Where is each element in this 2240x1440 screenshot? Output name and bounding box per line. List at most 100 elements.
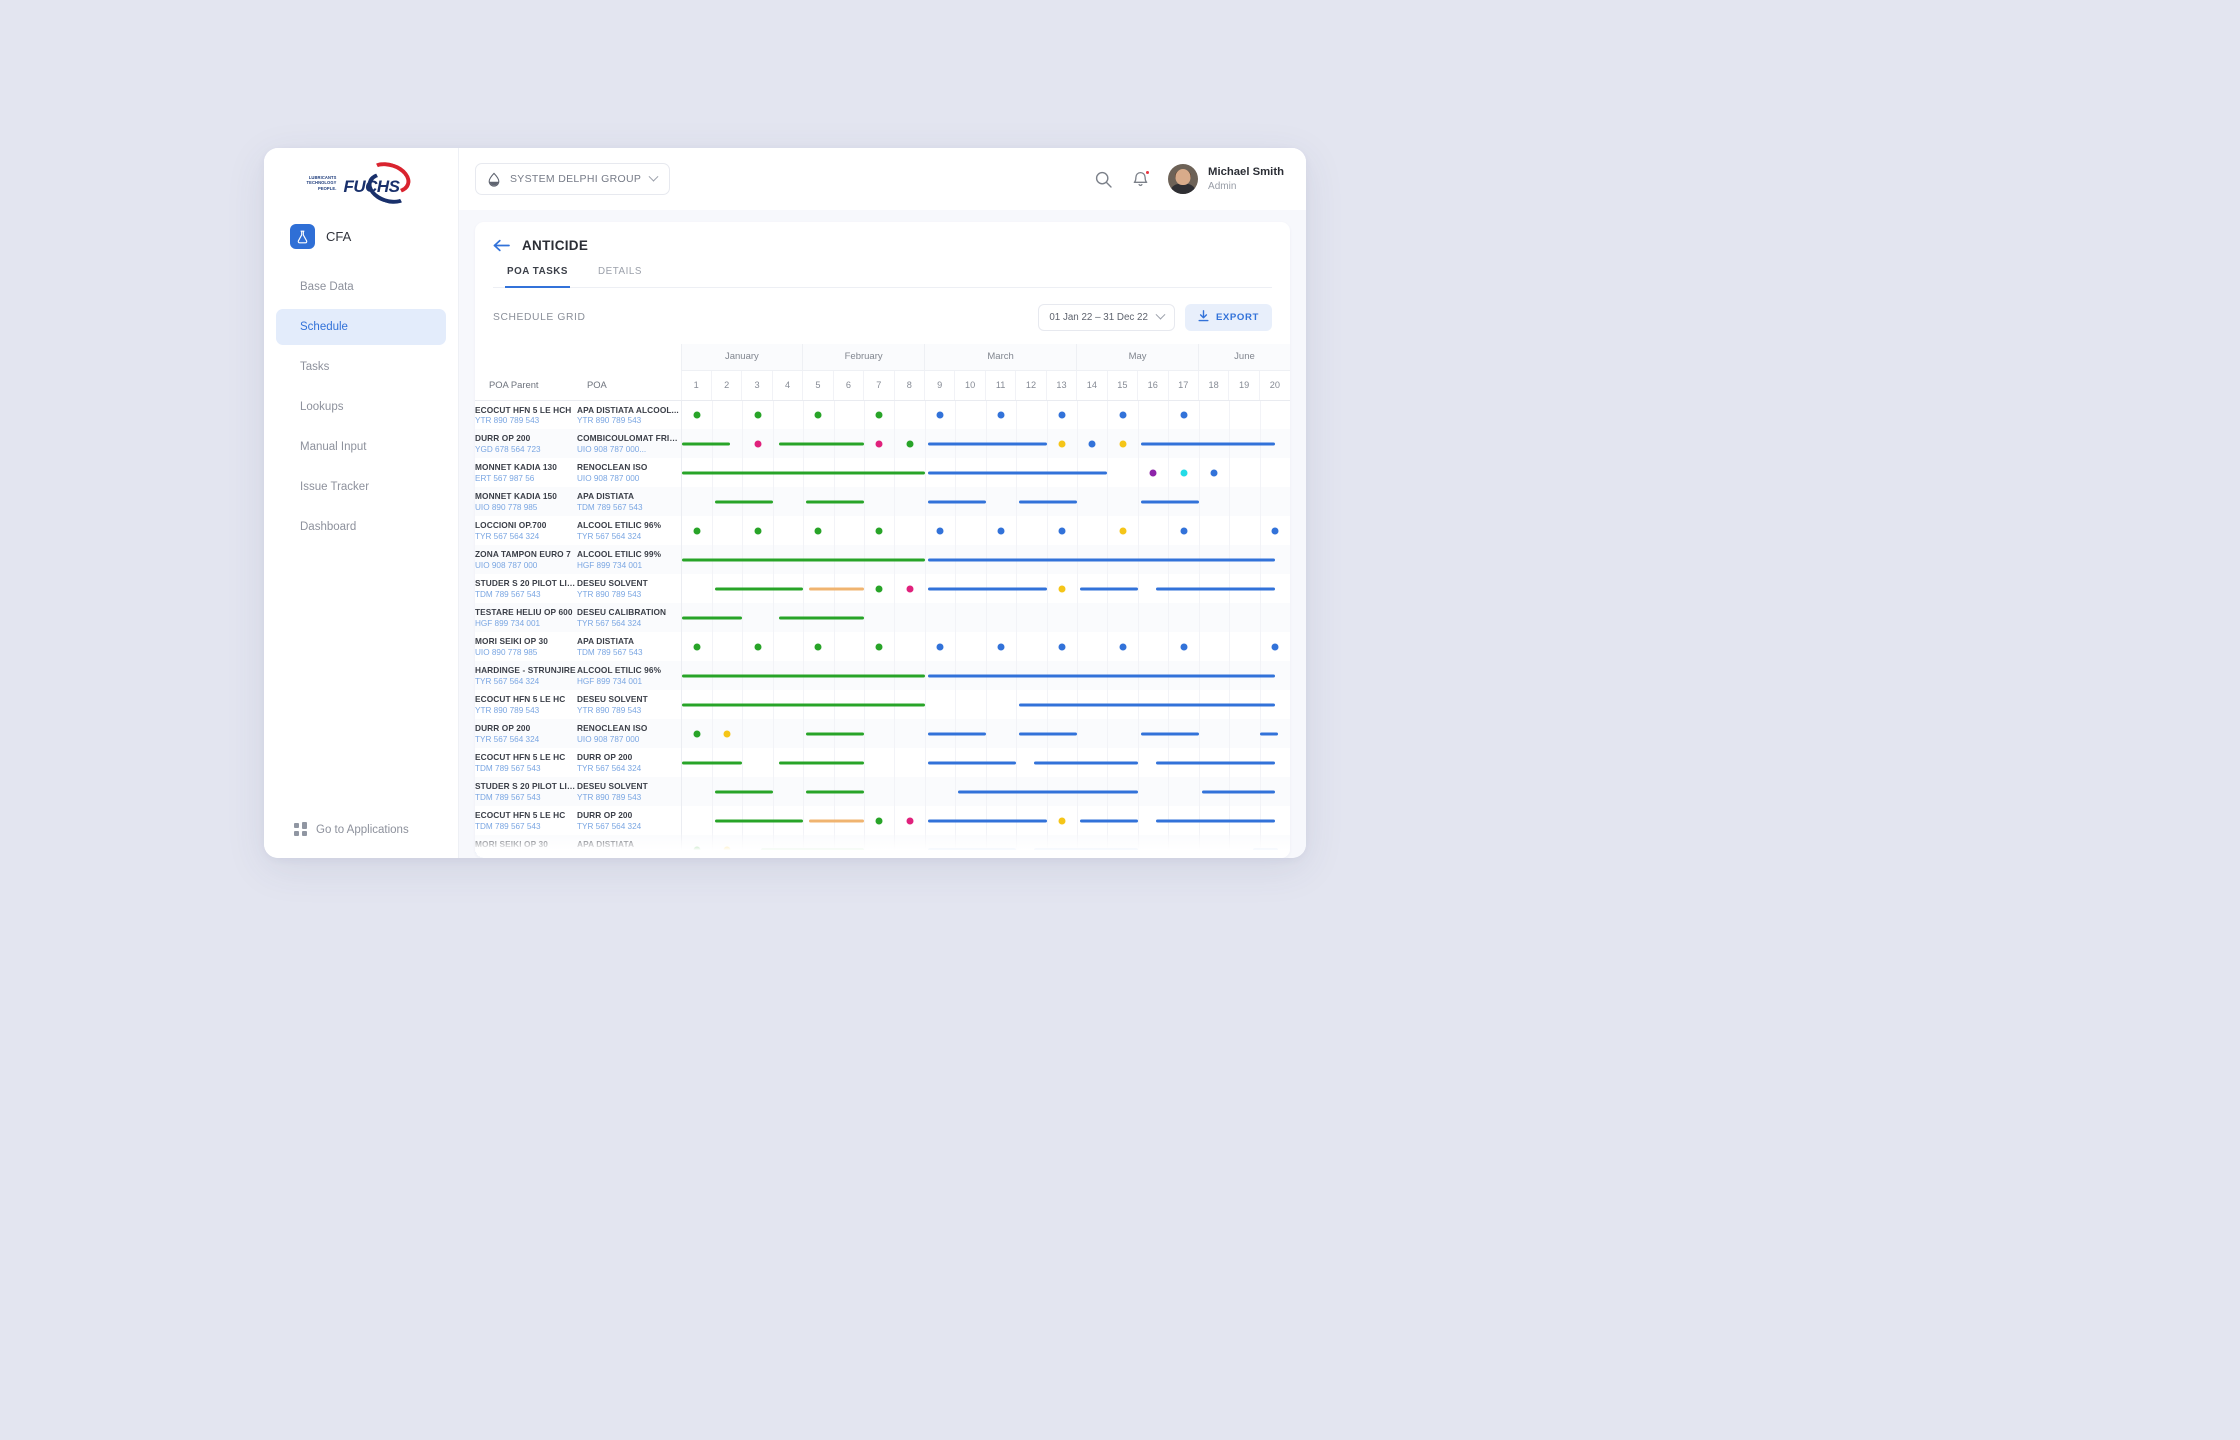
- gantt-bar[interactable]: [682, 558, 925, 561]
- gantt-bar[interactable]: [1019, 703, 1275, 706]
- gantt-bar[interactable]: [779, 616, 864, 619]
- table-row[interactable]: STUDER S 20 PILOT LINETDM 789 567 543DES…: [475, 777, 1290, 806]
- gantt-dot[interactable]: [1119, 527, 1126, 534]
- search-icon[interactable]: [1094, 170, 1113, 189]
- gantt-dot[interactable]: [937, 643, 944, 650]
- gantt-dot[interactable]: [1058, 411, 1065, 418]
- gantt-dot[interactable]: [1271, 643, 1278, 650]
- timeline-cell[interactable]: [681, 690, 1290, 719]
- gantt-dot[interactable]: [754, 411, 761, 418]
- table-row[interactable]: MORI SEIKI OP 30UIO 890 778 985APA DISTI…: [475, 835, 1290, 858]
- timeline-cell[interactable]: [681, 661, 1290, 690]
- table-row[interactable]: LOCCIONI OP.700TYR 567 564 324ALCOOL ETI…: [475, 516, 1290, 545]
- gantt-dot[interactable]: [997, 411, 1004, 418]
- table-row[interactable]: MORI SEIKI OP 30UIO 890 778 985APA DISTI…: [475, 632, 1290, 661]
- gantt-bar[interactable]: [1260, 732, 1278, 735]
- timeline-cell[interactable]: [681, 429, 1290, 458]
- tab-details[interactable]: DETAILS: [596, 266, 644, 288]
- gantt-dot[interactable]: [937, 411, 944, 418]
- table-row[interactable]: DURR OP 200TYR 567 564 324RENOCLEAN ISOU…: [475, 719, 1290, 748]
- gantt-bar[interactable]: [779, 442, 864, 445]
- gantt-dot[interactable]: [693, 846, 700, 853]
- tab-poa-tasks[interactable]: POA TASKS: [505, 266, 570, 288]
- timeline-cell[interactable]: [681, 719, 1290, 748]
- gantt-bar[interactable]: [806, 732, 864, 735]
- table-row[interactable]: STUDER S 20 PILOT LINETDM 789 567 543DES…: [475, 574, 1290, 603]
- gantt-dot[interactable]: [693, 527, 700, 534]
- timeline-cell[interactable]: [681, 806, 1290, 835]
- gantt-bar[interactable]: [1141, 500, 1199, 503]
- gantt-dot[interactable]: [1180, 469, 1187, 476]
- go-to-applications-link[interactable]: Go to Applications: [264, 823, 458, 858]
- timeline-cell[interactable]: [681, 777, 1290, 806]
- sidebar-item-dashboard[interactable]: Dashboard: [276, 509, 446, 545]
- gantt-bar[interactable]: [1202, 790, 1275, 793]
- gantt-bar[interactable]: [809, 587, 864, 590]
- gantt-dot[interactable]: [876, 440, 883, 447]
- timeline-cell[interactable]: [681, 748, 1290, 777]
- gantt-dot[interactable]: [876, 817, 883, 824]
- gantt-dot[interactable]: [754, 440, 761, 447]
- gantt-dot[interactable]: [1119, 643, 1126, 650]
- export-button[interactable]: EXPORT: [1185, 304, 1272, 331]
- date-range-selector[interactable]: 01 Jan 22 – 31 Dec 22: [1038, 304, 1175, 331]
- gantt-dot[interactable]: [1058, 817, 1065, 824]
- gantt-bar[interactable]: [928, 471, 1108, 474]
- timeline-cell[interactable]: [681, 545, 1290, 574]
- gantt-bar[interactable]: [682, 674, 925, 677]
- gantt-dot[interactable]: [1058, 585, 1065, 592]
- table-row[interactable]: ECOCUT HFN 5 LE HCTDM 789 567 543DURR OP…: [475, 748, 1290, 777]
- gantt-dot[interactable]: [876, 411, 883, 418]
- gantt-dot[interactable]: [876, 643, 883, 650]
- gantt-dot[interactable]: [1180, 643, 1187, 650]
- gantt-dot[interactable]: [906, 585, 913, 592]
- gantt-bar[interactable]: [1080, 819, 1138, 822]
- gantt-bar[interactable]: [1156, 587, 1275, 590]
- gantt-bar[interactable]: [809, 819, 864, 822]
- bell-icon[interactable]: [1131, 170, 1150, 189]
- gantt-bar[interactable]: [1034, 848, 1137, 851]
- gantt-dot[interactable]: [876, 585, 883, 592]
- timeline-cell[interactable]: [681, 835, 1290, 858]
- gantt-bar[interactable]: [715, 587, 803, 590]
- gantt-bar[interactable]: [1156, 819, 1275, 822]
- gantt-dot[interactable]: [1180, 527, 1187, 534]
- sidebar-item-base-data[interactable]: Base Data: [276, 269, 446, 305]
- gantt-bar[interactable]: [715, 819, 803, 822]
- table-row[interactable]: ECOCUT HFN 5 LE HCHYTR 890 789 543APA DI…: [475, 400, 1290, 429]
- timeline-cell[interactable]: [681, 574, 1290, 603]
- gantt-bar[interactable]: [1156, 761, 1275, 764]
- gantt-dot[interactable]: [1119, 440, 1126, 447]
- gantt-dot[interactable]: [1271, 527, 1278, 534]
- gantt-bar[interactable]: [928, 674, 1275, 677]
- timeline-cell[interactable]: [681, 603, 1290, 632]
- schedule-grid[interactable]: JanuaryFebruaryMarchMayJune POA Parent P…: [475, 344, 1290, 858]
- gantt-dot[interactable]: [1180, 411, 1187, 418]
- gantt-dot[interactable]: [754, 527, 761, 534]
- gantt-bar[interactable]: [1019, 500, 1077, 503]
- gantt-dot[interactable]: [997, 643, 1004, 650]
- gantt-dot[interactable]: [906, 440, 913, 447]
- gantt-dot[interactable]: [1058, 643, 1065, 650]
- gantt-bar[interactable]: [779, 761, 864, 764]
- table-row[interactable]: HARDINGE - STRUNJIRETYR 567 564 324ALCOO…: [475, 661, 1290, 690]
- gantt-bar[interactable]: [1141, 442, 1275, 445]
- gantt-bar[interactable]: [761, 848, 864, 851]
- gantt-dot[interactable]: [724, 846, 731, 853]
- gantt-bar[interactable]: [928, 500, 986, 503]
- gantt-bar[interactable]: [682, 761, 743, 764]
- gantt-dot[interactable]: [1089, 440, 1096, 447]
- timeline-cell[interactable]: [681, 400, 1290, 429]
- sidebar-item-schedule[interactable]: Schedule: [276, 309, 446, 345]
- gantt-dot[interactable]: [724, 730, 731, 737]
- gantt-bar[interactable]: [958, 790, 1138, 793]
- gantt-dot[interactable]: [754, 643, 761, 650]
- sidebar-item-manual-input[interactable]: Manual Input: [276, 429, 446, 465]
- gantt-bar[interactable]: [928, 819, 1047, 822]
- timeline-cell[interactable]: [681, 458, 1290, 487]
- gantt-dot[interactable]: [1210, 469, 1217, 476]
- table-row[interactable]: DURR OP 200YGD 678 564 723COMBICOULOMAT …: [475, 429, 1290, 458]
- gantt-dot[interactable]: [1058, 527, 1065, 534]
- gantt-bar[interactable]: [1019, 732, 1077, 735]
- gantt-dot[interactable]: [815, 411, 822, 418]
